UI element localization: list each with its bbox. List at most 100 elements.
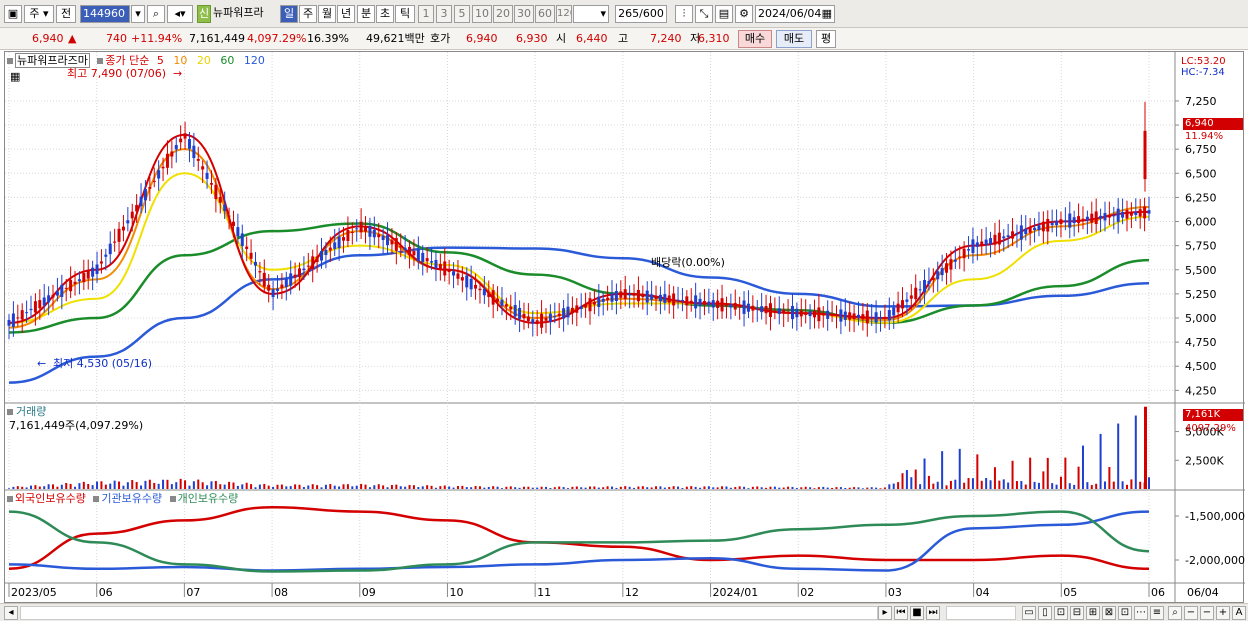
- candle-body: [658, 294, 662, 302]
- date-field[interactable]: 2024/06/04 ▦: [755, 5, 835, 23]
- zoom-search-icon[interactable]: ⌕: [1168, 606, 1182, 620]
- tool-icon[interactable]: ⋯: [1134, 606, 1148, 620]
- legend-individual: 개인보유수량: [177, 492, 239, 505]
- tool-icon[interactable]: ⊟: [1070, 606, 1084, 620]
- interval-dropdown[interactable]: ▾: [573, 5, 609, 23]
- period-month[interactable]: 월: [318, 5, 336, 23]
- market-select[interactable]: 주 ▾: [24, 5, 54, 23]
- candle-body: [641, 295, 645, 298]
- candle-body: [1134, 211, 1138, 215]
- volume-bar: [1011, 460, 1014, 489]
- save-icon[interactable]: ▤: [715, 5, 733, 23]
- interval-10[interactable]: 10: [472, 5, 492, 23]
- candle-body: [377, 234, 381, 238]
- sell-button[interactable]: 매도: [776, 30, 812, 48]
- candle-body: [482, 288, 486, 296]
- prev-button[interactable]: 전: [56, 5, 76, 23]
- interval-20[interactable]: 20: [493, 5, 513, 23]
- volume-bar: [166, 479, 169, 489]
- candle-body: [33, 301, 37, 313]
- interval-30[interactable]: 30: [514, 5, 534, 23]
- volume-bar: [118, 481, 121, 489]
- candle-body: [1099, 215, 1103, 219]
- volume-bar: [914, 469, 917, 489]
- chart-canvas[interactable]: 2023/05 06 07 08 09 10 11 12 2024/01 02 03 04 05 06 06…: [5, 52, 1245, 604]
- candle-body: [852, 313, 856, 320]
- stock-nav-icon[interactable]: ◂▾: [167, 5, 193, 23]
- zoom-reset-icon[interactable]: ⊡: [1054, 606, 1068, 620]
- scroll-right-icon[interactable]: ▸: [878, 606, 892, 620]
- period-tick[interactable]: 틱: [395, 5, 415, 23]
- interval-60[interactable]: 60: [535, 5, 555, 23]
- volume-bar: [826, 487, 829, 489]
- zoom-out-icon[interactable]: −: [1184, 606, 1198, 620]
- candle-body: [685, 296, 689, 306]
- candle-body: [531, 319, 535, 324]
- scroll-first-icon[interactable]: ⏮: [894, 606, 908, 620]
- interval-5[interactable]: 5: [454, 5, 470, 23]
- volume-tag: 7,161K: [1183, 409, 1243, 421]
- candle-body: [240, 233, 244, 247]
- buy-button[interactable]: 매수: [738, 30, 772, 48]
- tool-icon[interactable]: ⊠: [1102, 606, 1116, 620]
- period-minute[interactable]: 분: [357, 5, 375, 23]
- zoom-out-icon[interactable]: −: [1200, 606, 1214, 620]
- search-icon[interactable]: ⌕: [147, 5, 165, 23]
- zoom-fit-icon[interactable]: ▭: [1022, 606, 1036, 620]
- count-field[interactable]: 265/600: [615, 5, 667, 23]
- legend-foreign: 외국인보유수량: [15, 492, 86, 505]
- chart-type-icon[interactable]: ⫶: [675, 5, 693, 23]
- candle-body: [390, 240, 394, 245]
- code-dropdown-icon[interactable]: ▾: [131, 5, 145, 23]
- volume-bar: [822, 486, 825, 489]
- volume-bar: [597, 487, 600, 489]
- interval-120[interactable]: 120: [556, 5, 572, 23]
- period-week[interactable]: 주: [299, 5, 317, 23]
- zoom-area-icon[interactable]: ▯: [1038, 606, 1052, 620]
- stock-code-input[interactable]: 144960: [80, 5, 130, 23]
- chart-scrollbar[interactable]: ◂ ▸ ⏮ ■ ⏭ ▭ ▯ ⊡ ⊟ ⊞ ⊠ ⊡ ⋯ ≡ ⌕ − − + A: [0, 603, 1248, 621]
- zoom-in-icon[interactable]: +: [1216, 606, 1230, 620]
- volume-bar: [157, 483, 160, 489]
- volume-bar: [1130, 479, 1133, 489]
- volume-bar: [461, 485, 464, 489]
- candle-body: [667, 295, 671, 303]
- period-year[interactable]: 년: [337, 5, 355, 23]
- scroll-last-icon[interactable]: ⏭: [926, 606, 940, 620]
- window-menu-icon[interactable]: ▣: [4, 5, 22, 23]
- candle-body: [333, 242, 337, 249]
- candle-body: [346, 229, 350, 241]
- candle-body: [324, 249, 328, 256]
- zoom-slider[interactable]: [946, 606, 1016, 620]
- candle-body: [650, 294, 654, 300]
- avg-button[interactable]: 평: [816, 30, 836, 48]
- period-day[interactable]: 일: [280, 5, 298, 23]
- volume-bar: [804, 486, 807, 489]
- candle-body: [786, 311, 790, 313]
- volume-bar: [329, 484, 332, 489]
- candle-body: [518, 307, 522, 319]
- tool-icon[interactable]: ≡: [1150, 606, 1164, 620]
- ma-line-60: [8, 222, 1150, 334]
- volume-bar: [958, 448, 961, 489]
- interval-1[interactable]: 1: [418, 5, 434, 23]
- interval-3[interactable]: 3: [436, 5, 452, 23]
- chart-area[interactable]: 2023/05 06 07 08 09 10 11 12 2024/01 02 03 04 05 06 06…: [4, 51, 1245, 604]
- tool-icon[interactable]: ⊞: [1086, 606, 1100, 620]
- candle-body: [165, 153, 169, 168]
- volume-bar: [619, 486, 622, 489]
- play-icon[interactable]: ■: [910, 606, 924, 620]
- volume-bar: [333, 485, 336, 489]
- scroll-track[interactable]: [20, 606, 878, 620]
- settings-gear-icon[interactable]: ⚙: [735, 5, 753, 23]
- settings-icon[interactable]: ▦: [10, 70, 20, 83]
- font-size-icon[interactable]: A: [1232, 606, 1246, 620]
- volume-bar: [60, 484, 63, 489]
- scroll-left-icon[interactable]: ◂: [4, 606, 18, 620]
- candle-body: [566, 306, 570, 318]
- period-second[interactable]: 초: [376, 5, 394, 23]
- high-price: 7,240: [650, 32, 682, 45]
- draw-tool-icon[interactable]: ⤡: [695, 5, 713, 23]
- candle-body: [738, 306, 742, 308]
- tool-icon[interactable]: ⊡: [1118, 606, 1132, 620]
